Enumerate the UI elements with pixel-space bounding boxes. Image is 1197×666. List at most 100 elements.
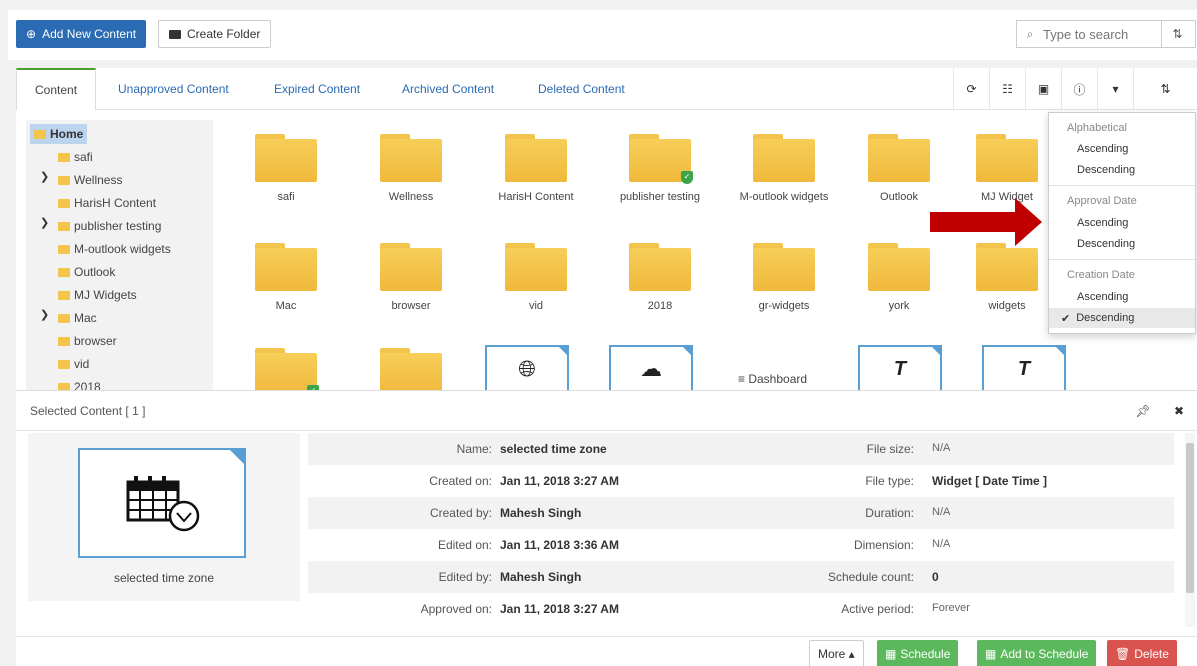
folder-tile[interactable]: M-outlook widgets <box>724 134 844 203</box>
tree-item-outlook[interactable]: Outlook <box>58 262 115 282</box>
folder-tile[interactable]: ✓ publisher testing <box>600 134 720 203</box>
tree-item-home[interactable]: Home <box>30 124 88 144</box>
tab-expired-content[interactable]: Expired Content <box>274 68 360 110</box>
tree-item-browser[interactable]: browser <box>58 331 117 351</box>
folder-tile[interactable]: ✓ <box>226 348 346 398</box>
scrollbar-thumb[interactable] <box>1186 443 1194 593</box>
tree-item-2018[interactable]: 2018 <box>58 377 101 390</box>
widget-tile-globe[interactable]: 🌐︎ <box>485 345 569 393</box>
tab-content[interactable]: Content <box>16 68 97 110</box>
delete-button[interactable]: 🗑︎ Delete <box>1107 640 1177 666</box>
schedule-label: Schedule <box>900 647 951 661</box>
selected-content-panel: Selected Content [ 1 ] 📌︎ ✖ selected tim… <box>16 390 1197 666</box>
sort-icon[interactable]: ⇅ <box>1133 68 1197 110</box>
close-icon[interactable]: ✖ <box>1161 391 1197 431</box>
widget-tile-weather[interactable]: ☁ <box>609 345 693 393</box>
chevron-right-icon[interactable]: ❯ <box>40 216 49 229</box>
content-details: Name: selected time zone File size: N/A … <box>308 433 1174 666</box>
more-button[interactable]: More ▴ <box>809 640 864 666</box>
tree-item-mac[interactable]: Mac <box>58 308 97 328</box>
folder-tile[interactable]: Mac <box>226 243 346 312</box>
detail-label: Name: <box>456 442 492 456</box>
folder-tile[interactable]: widgets <box>962 243 1052 312</box>
detail-value: N/A <box>932 506 951 518</box>
hierarchy-icon[interactable]: ☷ <box>989 68 1025 110</box>
sort-approval-descending[interactable]: Descending <box>1049 234 1195 254</box>
tree-item-safi[interactable]: safi <box>58 147 93 167</box>
schedule-button[interactable]: ▦ Schedule <box>877 640 959 666</box>
folder-tile[interactable]: vid <box>476 243 596 312</box>
sort-group-alphabetical: Alphabetical <box>1067 122 1127 134</box>
create-folder-label: Create Folder <box>187 27 261 41</box>
folder-tile[interactable]: browser <box>351 243 471 312</box>
tile-corner <box>557 345 569 357</box>
tree-item-vid[interactable]: vid <box>58 354 89 374</box>
folder-tile[interactable] <box>351 348 471 396</box>
add-to-schedule-label: Add to Schedule <box>1000 647 1089 661</box>
image-view-icon[interactable]: ▣ <box>1025 68 1061 110</box>
folder-tile[interactable]: york <box>839 243 959 312</box>
tree-item-m-outlook-widgets[interactable]: M-outlook widgets <box>58 239 171 259</box>
chevron-right-icon[interactable]: ❯ <box>40 308 49 321</box>
tree-item-wellness[interactable]: Wellness <box>58 170 122 190</box>
detail-value: N/A <box>932 442 951 454</box>
info-icon[interactable]: ⓘ <box>1061 68 1097 110</box>
pin-icon[interactable]: 📌︎ <box>1125 391 1161 431</box>
filter-icon[interactable]: ▾ <box>1097 68 1133 110</box>
folder-label: york <box>888 300 910 312</box>
search-input[interactable] <box>1043 26 1161 42</box>
folder-tile[interactable]: Wellness <box>351 134 471 203</box>
tab-unapproved-content[interactable]: Unapproved Content <box>118 68 229 110</box>
folder-icon <box>58 359 70 369</box>
folder-tile[interactable]: HarisH Content <box>476 134 596 203</box>
tree-item-publisher-testing[interactable]: publisher testing <box>58 216 161 236</box>
detail-row: Edited on: Jan 11, 2018 3:36 AM Dimensio… <box>308 529 1174 561</box>
folder-icon <box>58 152 70 162</box>
create-folder-button[interactable]: Create Folder <box>158 20 272 48</box>
preview-tile[interactable] <box>78 448 246 558</box>
text-tool-icon: T <box>893 357 907 380</box>
content-tabs: Content Unapproved Content Expired Conte… <box>16 68 1197 110</box>
folder-icon <box>753 134 815 182</box>
folder-icon <box>58 198 70 208</box>
menu-divider <box>1049 259 1195 260</box>
tree-item-mj-widgets[interactable]: MJ Widgets <box>58 285 137 305</box>
widget-tile-text[interactable]: T <box>982 345 1066 393</box>
folder-icon <box>58 221 70 231</box>
folder-icon: ✓ <box>629 134 693 184</box>
folder-icon <box>34 129 46 139</box>
tab-deleted-content[interactable]: Deleted Content <box>538 68 625 110</box>
add-new-content-label: Add New Content <box>42 27 137 41</box>
tile-corner <box>681 345 693 357</box>
add-to-schedule-button[interactable]: ▦ Add to Schedule <box>977 640 1097 666</box>
folder-tile[interactable]: MJ Widget <box>962 134 1052 203</box>
sort-approval-ascending[interactable]: Ascending <box>1049 213 1195 233</box>
sort-alpha-descending[interactable]: Descending <box>1049 160 1195 180</box>
detail-label: Created by: <box>429 506 492 520</box>
sort-creation-ascending[interactable]: Ascending <box>1049 287 1195 307</box>
folder-tile[interactable]: safi <box>226 134 346 203</box>
folder-icon <box>505 134 567 182</box>
folder-tile[interactable]: Outlook <box>839 134 959 203</box>
search-scope-select[interactable]: ⇅ <box>1161 21 1193 47</box>
chevron-right-icon[interactable]: ❯ <box>40 170 49 183</box>
sort-creation-descending[interactable]: ✔ Descending <box>1049 308 1195 328</box>
folder-tile[interactable]: gr-widgets <box>724 243 844 312</box>
detail-label: Edited on: <box>437 538 492 552</box>
details-scrollbar[interactable] <box>1185 433 1195 627</box>
refresh-icon[interactable]: ⟳ <box>953 68 989 110</box>
sort-group-approval-date: Approval Date <box>1067 195 1137 207</box>
folder-tile[interactable]: 2018 <box>600 243 720 312</box>
widget-tile-text[interactable]: T <box>858 345 942 393</box>
detail-row: Created by: Mahesh Singh Duration: N/A <box>308 497 1174 529</box>
dashboard-item[interactable]: ≡ Dashboard <box>738 372 807 386</box>
calendar-clock-icon <box>126 476 200 532</box>
tab-archived-content[interactable]: Archived Content <box>402 68 494 110</box>
folder-icon <box>58 244 70 254</box>
calendar-icon: ▦ <box>985 647 997 661</box>
sort-alpha-ascending[interactable]: Ascending <box>1049 139 1195 159</box>
menu-divider <box>1049 185 1195 186</box>
tree-item-harish-content[interactable]: HarisH Content <box>58 193 156 213</box>
add-new-content-button[interactable]: ⊕ Add New Content <box>16 20 147 48</box>
detail-row: Approved on: Jan 11, 2018 3:27 AM Active… <box>308 593 1174 625</box>
